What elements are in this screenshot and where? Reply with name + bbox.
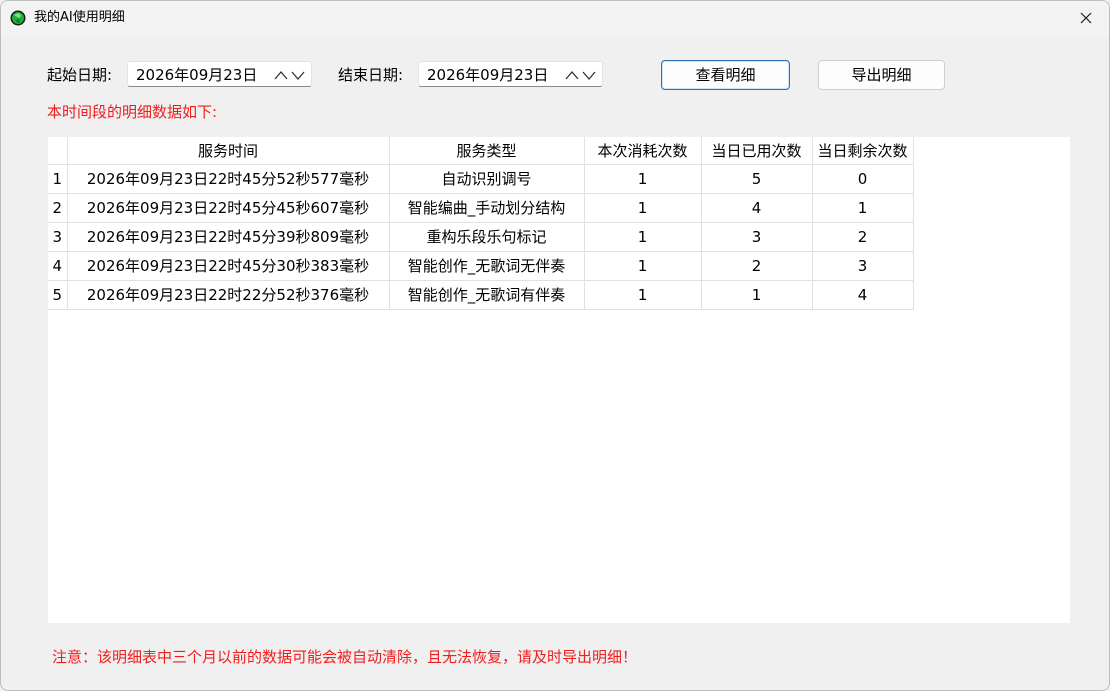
cell-cost[interactable]: 1 <box>584 164 702 194</box>
end-date-value: 2026年09月23日 <box>427 66 549 84</box>
cell-remain[interactable]: 1 <box>812 193 914 223</box>
view-details-button[interactable]: 查看明细 <box>661 60 790 90</box>
cell-cost[interactable]: 1 <box>584 251 702 281</box>
window-title: 我的AI使用明细 <box>34 10 125 25</box>
table-row[interactable]: 2 2026年09月23日22时45分45秒607毫秒 智能编曲_手动划分结构 … <box>48 193 914 223</box>
table-header-row: 服务时间 服务类型 本次消耗次数 当日已用次数 当日剩余次数 <box>48 137 914 165</box>
cell-used[interactable]: 3 <box>701 222 813 252</box>
end-date-picker[interactable]: 2026年09月23日 <box>418 61 603 87</box>
cell-type[interactable]: 智能创作_无歌词无伴奏 <box>389 251 585 281</box>
start-date-spinner[interactable] <box>273 68 307 82</box>
column-header-time[interactable]: 服务时间 <box>67 137 390 165</box>
chevron-up-icon <box>565 71 579 80</box>
table-row[interactable]: 1 2026年09月23日22时45分52秒577毫秒 自动识别调号 1 5 0 <box>48 164 914 194</box>
end-date-spinner[interactable] <box>564 68 598 82</box>
cell-remain[interactable]: 2 <box>812 222 914 252</box>
column-header-used[interactable]: 当日已用次数 <box>701 137 813 165</box>
start-date-value: 2026年09月23日 <box>136 66 258 84</box>
start-date-label: 起始日期: <box>47 66 113 84</box>
cell-remain[interactable]: 0 <box>812 164 914 194</box>
cell-remain[interactable]: 4 <box>812 280 914 310</box>
title-bar: 我的AI使用明细 <box>1 1 1109 35</box>
cell-time[interactable]: 2026年09月23日22时45分39秒809毫秒 <box>67 222 390 252</box>
export-details-button[interactable]: 导出明细 <box>818 60 945 90</box>
app-window: 我的AI使用明细 起始日期: 2026年09月23日 结束日期: 2026年09… <box>0 0 1110 691</box>
details-grid[interactable]: 服务时间 服务类型 本次消耗次数 当日已用次数 当日剩余次数 1 2026年09… <box>48 137 1070 623</box>
cell-type[interactable]: 重构乐段乐句标记 <box>389 222 585 252</box>
cell-type[interactable]: 智能创作_无歌词有伴奏 <box>389 280 585 310</box>
chevron-down-icon <box>582 71 596 80</box>
row-index: 5 <box>48 280 68 310</box>
column-header-type[interactable]: 服务类型 <box>389 137 585 165</box>
cell-cost[interactable]: 1 <box>584 280 702 310</box>
close-button[interactable] <box>1063 1 1109 35</box>
row-index: 3 <box>48 222 68 252</box>
end-date-label: 结束日期: <box>338 66 404 84</box>
start-date-picker[interactable]: 2026年09月23日 <box>127 61 312 87</box>
table-caption: 本时间段的明细数据如下: <box>47 103 218 121</box>
cell-time[interactable]: 2026年09月23日22时22分52秒376毫秒 <box>67 280 390 310</box>
cell-time[interactable]: 2026年09月23日22时45分52秒577毫秒 <box>67 164 390 194</box>
cell-cost[interactable]: 1 <box>584 193 702 223</box>
row-index: 4 <box>48 251 68 281</box>
details-table: 服务时间 服务类型 本次消耗次数 当日已用次数 当日剩余次数 1 2026年09… <box>48 137 914 310</box>
table-row[interactable]: 5 2026年09月23日22时22分52秒376毫秒 智能创作_无歌词有伴奏 … <box>48 280 914 310</box>
chevron-down-icon <box>291 71 305 80</box>
cell-used[interactable]: 4 <box>701 193 813 223</box>
footer-warning: 注意：该明细表中三个月以前的数据可能会被自动清除，且无法恢复，请及时导出明细！ <box>52 648 638 666</box>
cell-time[interactable]: 2026年09月23日22时45分45秒607毫秒 <box>67 193 390 223</box>
cell-type[interactable]: 智能编曲_手动划分结构 <box>389 193 585 223</box>
row-index: 2 <box>48 193 68 223</box>
cell-remain[interactable]: 3 <box>812 251 914 281</box>
cell-used[interactable]: 5 <box>701 164 813 194</box>
cell-cost[interactable]: 1 <box>584 222 702 252</box>
cell-used[interactable]: 1 <box>701 280 813 310</box>
close-icon <box>1080 12 1092 24</box>
table-row[interactable]: 4 2026年09月23日22时45分30秒383毫秒 智能创作_无歌词无伴奏 … <box>48 251 914 281</box>
column-header-cost[interactable]: 本次消耗次数 <box>584 137 702 165</box>
table-row[interactable]: 3 2026年09月23日22时45分39秒809毫秒 重构乐段乐句标记 1 3… <box>48 222 914 252</box>
row-index: 1 <box>48 164 68 194</box>
row-header-corner <box>48 137 68 165</box>
cell-used[interactable]: 2 <box>701 251 813 281</box>
chevron-up-icon <box>274 71 288 80</box>
globe-app-icon <box>10 10 26 26</box>
column-header-remain[interactable]: 当日剩余次数 <box>812 137 914 165</box>
cell-type[interactable]: 自动识别调号 <box>389 164 585 194</box>
cell-time[interactable]: 2026年09月23日22时45分30秒383毫秒 <box>67 251 390 281</box>
